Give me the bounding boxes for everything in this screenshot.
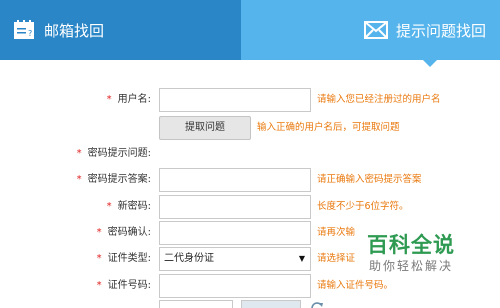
id-number-row: * 证件号码: 请输入证件号码。 bbox=[0, 274, 500, 298]
id-type-select[interactable]: 二代身份证 ▼ bbox=[159, 247, 311, 271]
password-question-label: * 密码提示问题: bbox=[76, 148, 151, 159]
username-label: * 用户名: bbox=[106, 94, 151, 105]
id-number-hint: 请输入证件号码。 bbox=[317, 280, 394, 291]
confirm-password-input[interactable] bbox=[159, 221, 311, 245]
captcha-input[interactable] bbox=[159, 300, 233, 308]
fetch-question-row: 提取问题 输入正确的用户名后，可提取问题 bbox=[0, 116, 500, 140]
new-password-row: * 新密码: 长度不少于6位字符。 bbox=[0, 195, 500, 219]
username-input[interactable] bbox=[159, 88, 311, 112]
password-answer-hint: 请正确输入密码提示答案 bbox=[317, 174, 422, 185]
tab-question-label: 提示问题找回 bbox=[396, 21, 487, 40]
refresh-icon[interactable] bbox=[310, 301, 324, 308]
watermark-sub: 助你轻松解决 bbox=[368, 259, 453, 273]
fetch-question-hint: 输入正确的用户名后，可提取问题 bbox=[257, 122, 400, 133]
fetch-question-button[interactable]: 提取问题 bbox=[159, 116, 251, 140]
password-answer-row: * 密码提示答案: 请正确输入密码提示答案 bbox=[0, 168, 500, 192]
confirm-password-hint: 请再次输 bbox=[317, 227, 356, 238]
caret-down-icon: ▼ bbox=[298, 254, 305, 263]
tab-email-label: 邮箱找回 bbox=[44, 21, 105, 40]
watermark-main: 百科全说 bbox=[367, 233, 455, 257]
new-password-hint: 长度不少于6位字符。 bbox=[317, 201, 409, 212]
confirm-password-label: * 密码确认: bbox=[96, 227, 151, 238]
notepad-icon: ? bbox=[12, 18, 36, 42]
captcha-image[interactable] bbox=[241, 300, 301, 308]
id-number-input[interactable] bbox=[159, 274, 311, 298]
new-password-label: * 新密码: bbox=[106, 201, 151, 212]
id-type-selected: 二代身份证 bbox=[164, 253, 214, 264]
password-answer-input[interactable] bbox=[159, 168, 311, 192]
tab-email-recovery[interactable]: ? 邮箱找回 bbox=[0, 0, 241, 60]
id-type-label: * 证件类型: bbox=[96, 253, 151, 264]
envelope-icon bbox=[364, 18, 388, 42]
password-question-row: * 密码提示问题: bbox=[0, 142, 500, 166]
id-type-hint: 请选择证 bbox=[317, 253, 356, 264]
id-number-label: * 证件号码: bbox=[96, 280, 151, 291]
svg-text:?: ? bbox=[28, 29, 32, 38]
password-answer-label: * 密码提示答案: bbox=[76, 174, 151, 185]
username-hint: 请输入您已经注册过的用户名 bbox=[317, 94, 441, 105]
watermark-logo: 百科全说 助你轻松解决 bbox=[356, 232, 466, 274]
username-row: * 用户名: 请输入您已经注册过的用户名 bbox=[0, 88, 500, 112]
new-password-input[interactable] bbox=[159, 195, 311, 219]
tab-bar: ? 邮箱找回 提示问题找回 bbox=[0, 0, 500, 60]
tab-question-recovery[interactable]: 提示问题找回 bbox=[241, 0, 500, 60]
active-tab-pointer bbox=[423, 60, 437, 67]
